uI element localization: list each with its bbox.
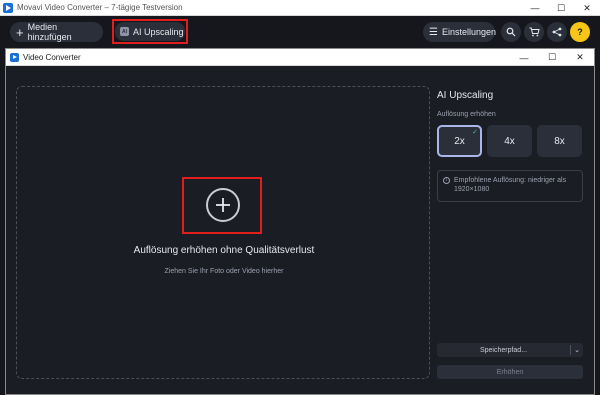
ai-upscaling-label: AI Upscaling: [133, 26, 184, 37]
drop-zone-hint: Ziehen Sie Ihr Foto oder Video hierher: [164, 268, 284, 275]
info-icon: i: [443, 177, 450, 184]
scale-4x-label: 4x: [504, 135, 515, 147]
add-media-label: Medien hinzufügen: [27, 22, 72, 42]
help-button[interactable]: ?: [570, 22, 590, 42]
dialog-close-button[interactable]: ✕: [566, 49, 594, 66]
save-path-label: Speicherpfad...: [479, 346, 528, 354]
dialog-window-controls: — ☐ ✕: [510, 49, 594, 66]
dialog-titlebar: Video Converter — ☐ ✕: [6, 49, 594, 66]
scale-2x-label: 2x: [454, 135, 465, 147]
dialog-minimize-button[interactable]: —: [510, 49, 538, 66]
drop-zone[interactable]: Auflösung erhöhen ohne Qualitätsverlust …: [16, 86, 430, 379]
app-minimize-button[interactable]: —: [522, 0, 548, 16]
recommended-resolution-info: i Empfohlene Auflösung: niedriger als 19…: [437, 170, 583, 202]
share-icon: [552, 27, 562, 37]
app-maximize-button[interactable]: ☐: [548, 0, 574, 16]
cart-icon: [529, 27, 540, 37]
app-logo-icon: [3, 2, 13, 13]
search-button[interactable]: [501, 22, 521, 42]
panel-title: AI Upscaling: [437, 90, 494, 101]
share-button[interactable]: [547, 22, 567, 42]
drop-zone-title: Auflösung erhöhen ohne Qualitätsverlust: [133, 245, 315, 256]
ai-upscaling-button[interactable]: AI AI Upscaling: [115, 22, 185, 41]
menu-icon: ☰: [429, 26, 438, 38]
ai-upscaling-highlight: AI AI Upscaling: [112, 19, 188, 44]
plus-icon: +: [16, 24, 24, 40]
add-media-button[interactable]: + Medien hinzufügen: [10, 22, 103, 42]
add-file-highlight: [182, 177, 262, 234]
add-file-button[interactable]: [206, 188, 240, 222]
dialog-logo-icon: [10, 52, 19, 62]
settings-button[interactable]: ☰ Einstellungen: [423, 22, 497, 42]
save-path-button[interactable]: Speicherpfad... ⌄: [437, 343, 583, 357]
scale-4x-button[interactable]: 4x: [487, 125, 532, 157]
scale-8x-label: 8x: [554, 135, 565, 147]
app-title: Movavi Video Converter – 7-tägige Testve…: [17, 3, 183, 12]
video-converter-dialog: Video Converter — ☐ ✕ Auflösung erhöhen …: [5, 48, 595, 395]
settings-label: Einstellungen: [441, 27, 497, 37]
app-window: Movavi Video Converter – 7-tägige Testve…: [0, 0, 600, 395]
main-toolbar: + Medien hinzufügen AI AI Upscaling ☰ Ei…: [0, 16, 600, 48]
upscale-button[interactable]: Erhöhen: [437, 365, 583, 379]
info-text: Empfohlene Auflösung: niedriger als 1920…: [454, 177, 567, 193]
app-titlebar: Movavi Video Converter – 7-tägige Testve…: [0, 0, 600, 16]
check-icon: ✓: [472, 129, 478, 136]
scale-2x-button[interactable]: 2x ✓: [437, 125, 482, 157]
ai-icon: AI: [120, 27, 129, 36]
dialog-maximize-button[interactable]: ☐: [538, 49, 566, 66]
cart-button[interactable]: [524, 22, 544, 42]
app-window-controls: — ☐ ✕: [522, 0, 600, 16]
search-icon: [506, 27, 516, 37]
scale-8x-button[interactable]: 8x: [537, 125, 582, 157]
app-close-button[interactable]: ✕: [574, 0, 600, 16]
panel-subtitle: Auflösung erhöhen: [437, 111, 496, 118]
plus-circle-icon: [216, 198, 230, 212]
dialog-title: Video Converter: [23, 52, 81, 62]
chevron-down-icon[interactable]: ⌄: [571, 346, 583, 354]
